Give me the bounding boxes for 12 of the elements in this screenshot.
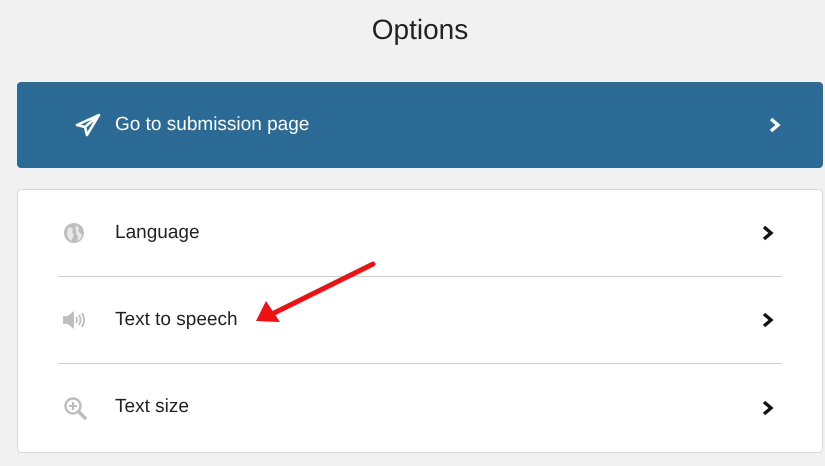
chevron-right-icon	[769, 117, 781, 133]
chevron-right-icon	[762, 400, 774, 416]
submission-page-button[interactable]: Go to submission page	[17, 82, 823, 168]
menu-item[interactable]: Language	[58, 190, 782, 277]
zoom-icon	[63, 396, 87, 420]
speaker-icon	[63, 310, 87, 330]
chevron-right-icon	[762, 225, 774, 241]
page-title: Options	[372, 13, 468, 47]
globe-icon	[63, 222, 85, 244]
chevron-right-icon	[762, 312, 774, 328]
paper-plane-icon	[75, 113, 101, 137]
menu-item[interactable]: Text size	[58, 364, 782, 451]
